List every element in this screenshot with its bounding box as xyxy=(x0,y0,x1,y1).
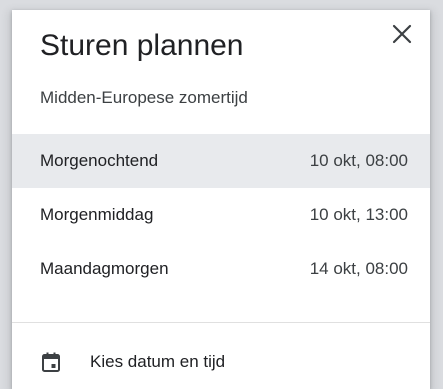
option-tomorrow-morning[interactable]: Morgenochtend 10 okt, 08:00 xyxy=(12,134,430,188)
option-label: Morgenmiddag xyxy=(40,205,154,224)
dialog-title: Sturen plannen xyxy=(40,29,244,62)
option-time: 10 okt, 08:00 xyxy=(309,151,408,170)
option-time: 14 okt, 08:00 xyxy=(309,259,408,278)
schedule-send-dialog: Sturen plannen Midden-Europese zomertijd… xyxy=(12,10,430,389)
option-tomorrow-afternoon[interactable]: Morgenmiddag 10 okt, 13:00 xyxy=(12,188,430,242)
close-icon xyxy=(392,24,412,44)
schedule-options-list: Morgenochtend 10 okt, 08:00 Morgenmiddag… xyxy=(12,134,430,296)
timezone-label: Midden-Europese zomertijd xyxy=(40,88,248,107)
option-label: Morgenochtend xyxy=(40,151,159,170)
calendar-icon xyxy=(40,351,62,373)
option-label: Maandagmorgen xyxy=(40,259,169,278)
close-button[interactable] xyxy=(388,20,416,48)
option-monday-morning[interactable]: Maandagmorgen 14 okt, 08:00 xyxy=(12,242,430,296)
option-time: 10 okt, 13:00 xyxy=(309,205,408,224)
pick-date-time-label: Kies datum en tijd xyxy=(90,352,226,371)
divider xyxy=(12,322,430,323)
pick-date-time-button[interactable]: Kies datum en tijd xyxy=(12,340,430,384)
